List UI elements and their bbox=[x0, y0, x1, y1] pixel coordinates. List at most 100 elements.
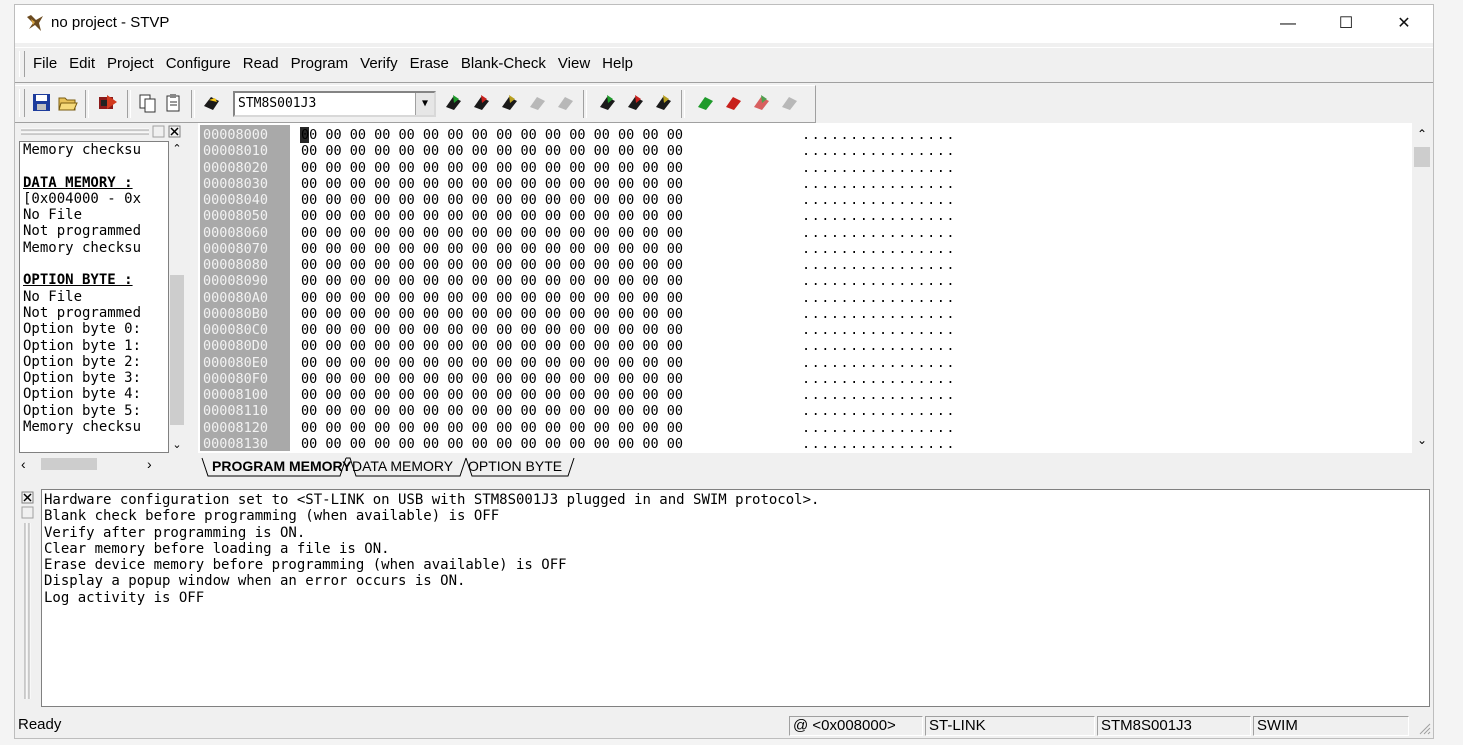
hex-bytes[interactable]: 00 00 00 00 00 00 00 00 00 00 00 00 00 0… bbox=[301, 143, 683, 159]
verify-icon[interactable] bbox=[499, 92, 521, 114]
save-icon[interactable] bbox=[31, 92, 53, 114]
hex-scroll-thumb[interactable] bbox=[1414, 147, 1430, 167]
scroll-down-icon[interactable]: ⌄ bbox=[1414, 433, 1430, 449]
menu-file[interactable]: File bbox=[33, 55, 57, 72]
tab-data-memory[interactable]: DATA MEMORY bbox=[352, 456, 453, 476]
hex-address: 00008110 bbox=[203, 403, 269, 420]
hex-bytes[interactable]: 00 00 00 00 00 00 00 00 00 00 00 00 00 0… bbox=[301, 355, 683, 371]
hex-ascii: ................ bbox=[802, 143, 957, 160]
menu-edit[interactable]: Edit bbox=[69, 55, 95, 72]
info-line: Memory checksu bbox=[23, 239, 142, 256]
hex-ascii: ................ bbox=[802, 224, 957, 241]
toolbar-grip[interactable] bbox=[19, 89, 25, 117]
info-pane-header[interactable] bbox=[19, 125, 187, 139]
tab-program-memory[interactable]: PROGRAM MEMORY bbox=[212, 456, 351, 476]
hex-address: 00008090 bbox=[203, 273, 269, 290]
hex-address: 00008020 bbox=[203, 159, 269, 176]
menu-project[interactable]: Project bbox=[107, 55, 154, 72]
hex-bytes[interactable]: 00 00 00 00 00 00 00 00 00 00 00 00 00 0… bbox=[301, 371, 683, 387]
maximize-button[interactable]: ☐ bbox=[1317, 5, 1375, 43]
device-select[interactable]: STM8S001J3 ▼ bbox=[233, 91, 436, 117]
hex-bytes[interactable]: 00 00 00 00 00 00 00 00 00 00 00 00 00 0… bbox=[301, 257, 683, 273]
toolbar: STM8S001J3 ▼ bbox=[15, 85, 816, 123]
tab-option-byte[interactable]: OPTION BYTE bbox=[468, 456, 562, 476]
chevron-down-icon[interactable]: ▼ bbox=[415, 93, 434, 115]
menubar-grip[interactable] bbox=[19, 51, 25, 77]
program-red-icon[interactable] bbox=[625, 92, 647, 114]
menu-verify[interactable]: Verify bbox=[360, 55, 398, 72]
info-line: [0x004000 - 0x bbox=[23, 190, 142, 207]
info-hscroll-thumb[interactable] bbox=[41, 458, 97, 470]
resize-grip-icon[interactable] bbox=[1417, 721, 1431, 735]
info-line: No File bbox=[23, 207, 83, 224]
scroll-down-icon[interactable]: ⌄ bbox=[169, 437, 185, 453]
menu-erase[interactable]: Erase bbox=[410, 55, 449, 72]
hex-bytes[interactable]: 00 00 00 00 00 00 00 00 00 00 00 00 00 0… bbox=[301, 225, 683, 241]
scroll-left-icon[interactable]: ‹ bbox=[21, 455, 37, 473]
program-red-icon[interactable] bbox=[471, 92, 493, 114]
hex-address: 00008030 bbox=[203, 175, 269, 192]
verify-all-icon[interactable] bbox=[751, 92, 773, 114]
menu-read[interactable]: Read bbox=[243, 55, 279, 72]
info-line bbox=[23, 158, 168, 174]
log-line: Hardware configuration set to <ST-LINK o… bbox=[44, 492, 820, 508]
read-all-icon[interactable] bbox=[97, 92, 119, 114]
hex-address: 00008080 bbox=[203, 257, 269, 273]
hex-bytes[interactable]: 00 00 00 00 00 00 00 00 00 00 00 00 00 0… bbox=[301, 273, 683, 289]
log-pane-grip[interactable] bbox=[21, 491, 35, 701]
hex-bytes[interactable]: 00 00 00 00 00 00 00 00 00 00 00 00 00 0… bbox=[301, 338, 683, 354]
hex-vertical-scrollbar[interactable]: ⌃ ⌄ bbox=[1412, 123, 1432, 453]
read-green-icon[interactable] bbox=[443, 92, 465, 114]
open-icon[interactable] bbox=[57, 92, 79, 114]
hex-address: 00008000 bbox=[203, 127, 269, 143]
close-button[interactable]: ✕ bbox=[1375, 5, 1433, 43]
scroll-right-icon[interactable]: › bbox=[147, 455, 163, 473]
paste-icon[interactable] bbox=[163, 92, 185, 114]
menu-program[interactable]: Program bbox=[291, 55, 349, 72]
menu-view[interactable]: View bbox=[558, 55, 590, 72]
hex-bytes[interactable]: 00 00 00 00 00 00 00 00 00 00 00 00 00 0… bbox=[301, 387, 683, 403]
hex-bytes[interactable]: 00 00 00 00 00 00 00 00 00 00 00 00 00 0… bbox=[301, 306, 683, 322]
hex-bytes[interactable]: 00 00 00 00 00 00 00 00 00 00 00 00 00 0… bbox=[301, 192, 683, 208]
log-line: Log activity is OFF bbox=[44, 589, 205, 606]
erase-all-disabled-icon[interactable] bbox=[779, 92, 801, 114]
toolbar-separator bbox=[681, 90, 685, 118]
scroll-up-icon[interactable]: ⌃ bbox=[169, 141, 185, 157]
menu-help[interactable]: Help bbox=[602, 55, 633, 72]
copy-icon[interactable] bbox=[137, 92, 159, 114]
blank-check-disabled-icon[interactable] bbox=[555, 92, 577, 114]
hex-bytes[interactable]: 00 00 00 00 00 00 00 00 00 00 00 00 00 0… bbox=[301, 241, 683, 257]
menu-configure[interactable]: Configure bbox=[166, 55, 231, 72]
erase-disabled-icon[interactable] bbox=[527, 92, 549, 114]
status-bar: Ready @ <0x008000> ST-LINK STM8S001J3 SW… bbox=[15, 713, 1433, 738]
hex-bytes[interactable]: 00 00 00 00 00 00 00 00 00 00 00 00 00 0… bbox=[301, 290, 683, 306]
info-scroll-thumb[interactable] bbox=[170, 275, 184, 425]
hex-ascii: ................ bbox=[802, 305, 957, 322]
verify-icon[interactable] bbox=[653, 92, 675, 114]
hex-bytes[interactable]: 00 00 00 00 00 00 00 00 00 00 00 00 00 0… bbox=[301, 420, 683, 436]
hex-bytes[interactable]: 00 00 00 00 00 00 00 00 00 00 00 00 00 0… bbox=[301, 322, 683, 338]
status-protocol: SWIM bbox=[1253, 716, 1409, 736]
read-all-green-icon[interactable] bbox=[695, 92, 717, 114]
scroll-up-icon[interactable]: ⌃ bbox=[1414, 127, 1430, 143]
hex-ascii: ................ bbox=[802, 240, 957, 257]
info-vertical-scrollbar[interactable]: ⌃ ⌄ bbox=[169, 141, 185, 453]
read-green-icon[interactable] bbox=[597, 92, 619, 114]
hex-address: 00008010 bbox=[203, 143, 269, 160]
minimize-button[interactable]: — bbox=[1259, 5, 1317, 43]
log-line: Erase device memory before programming (… bbox=[44, 557, 567, 574]
menu-blank-check[interactable]: Blank-Check bbox=[461, 55, 546, 72]
hex-view[interactable]: 00008000 00 00 00 00 00 00 00 00 00 00 00… bbox=[198, 123, 1432, 453]
hex-bytes[interactable]: 00 00 00 00 00 00 00 00 00 00 00 00 00 0… bbox=[301, 160, 683, 176]
info-line: Option byte 5: bbox=[23, 402, 142, 419]
hex-bytes[interactable]: 00 00 00 00 00 00 00 00 00 00 00 00 00 0… bbox=[301, 127, 683, 143]
info-horizontal-scrollbar[interactable]: ‹ › bbox=[19, 455, 169, 473]
hex-bytes[interactable]: 00 00 00 00 00 00 00 00 00 00 00 00 00 0… bbox=[301, 403, 683, 419]
hex-bytes[interactable]: 00 00 00 00 00 00 00 00 00 00 00 00 00 0… bbox=[301, 208, 683, 224]
program-all-red-icon[interactable] bbox=[723, 92, 745, 114]
hex-bytes[interactable]: 00 00 00 00 00 00 00 00 00 00 00 00 00 0… bbox=[301, 436, 683, 452]
hex-bytes[interactable]: 00 00 00 00 00 00 00 00 00 00 00 00 00 0… bbox=[301, 176, 683, 192]
log-line: Clear memory before loading a file is ON… bbox=[44, 540, 390, 557]
config-icon[interactable] bbox=[201, 92, 223, 114]
info-line: Not programmed bbox=[23, 304, 142, 321]
